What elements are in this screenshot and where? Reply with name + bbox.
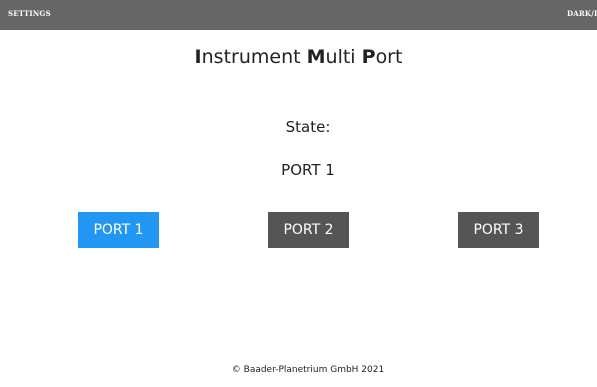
port-3-button[interactable]: PORT 3 [458,212,539,248]
title-word-2-rest: ulti [325,46,362,68]
port-2-button[interactable]: PORT 2 [268,212,349,248]
footer-copyright: © Baader-Planetrium GmbH 2021 [231,365,385,375]
top-bar: SETTINGS DARK/LIGHT [0,0,597,30]
dark-light-toggle[interactable]: DARK/LIGHT [567,9,597,18]
title-initial-p: P [361,46,376,68]
port-1-button[interactable]: PORT 1 [78,212,159,248]
title-word-1-rest: nstrument [201,46,307,68]
title-initial-m: M [306,46,326,68]
title-initial-i: I [194,46,202,68]
state-value: PORT 1 [281,161,335,179]
state-label: State: [285,118,331,136]
settings-link[interactable]: SETTINGS [8,9,51,18]
page-title: Instrument Multi Port [0,46,597,68]
title-word-3-rest: ort [375,46,403,68]
